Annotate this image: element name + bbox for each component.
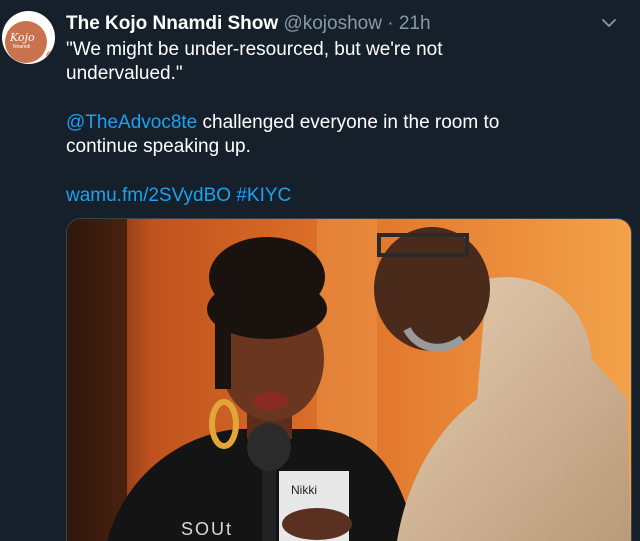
tweet-body-line-2: continue speaking up. — [66, 136, 251, 157]
tweet-links: wamu.fm/2SVydBO #KIYC — [66, 184, 626, 208]
avatar[interactable]: Kojo Nnamdi — [2, 11, 55, 64]
avatar-logo-text: Kojo — [10, 31, 35, 44]
mention-link[interactable]: @TheAdvoc8te — [66, 112, 197, 133]
author-handle[interactable]: @kojoshow — [283, 13, 382, 34]
url-link[interactable]: wamu.fm/2SVydBO — [66, 185, 231, 206]
avatar-logo-dot — [46, 51, 55, 60]
tweet-body-line-1: @TheAdvoc8te challenged everyone in the … — [66, 111, 626, 135]
photo-scene — [67, 219, 631, 541]
chevron-down-icon[interactable] — [600, 14, 618, 32]
tweet-quote-line-1: "We might be under-resourced, but we're … — [66, 39, 443, 60]
author-name[interactable]: The Kojo Nnamdi Show — [66, 13, 278, 34]
tweet-header: The Kojo Nnamdi Show @kojoshow · 21h — [66, 12, 431, 36]
name-badge-text: Nikki — [291, 483, 317, 497]
avatar-logo-subtext: Nnamdi — [13, 44, 31, 50]
header-separator: · — [387, 13, 394, 34]
tweet[interactable]: Kojo Nnamdi The Kojo Nnamdi Show @kojosh… — [0, 0, 640, 541]
tweet-photo[interactable]: Nikki SOUt — [66, 218, 632, 541]
shirt-text: SOUt — [181, 519, 234, 539]
tweet-body-text: challenged everyone in the room to — [197, 112, 500, 133]
tweet-quote-line-2: undervalued." — [66, 63, 183, 84]
timestamp[interactable]: 21h — [399, 13, 431, 34]
hashtag-link[interactable]: #KIYC — [236, 185, 291, 206]
